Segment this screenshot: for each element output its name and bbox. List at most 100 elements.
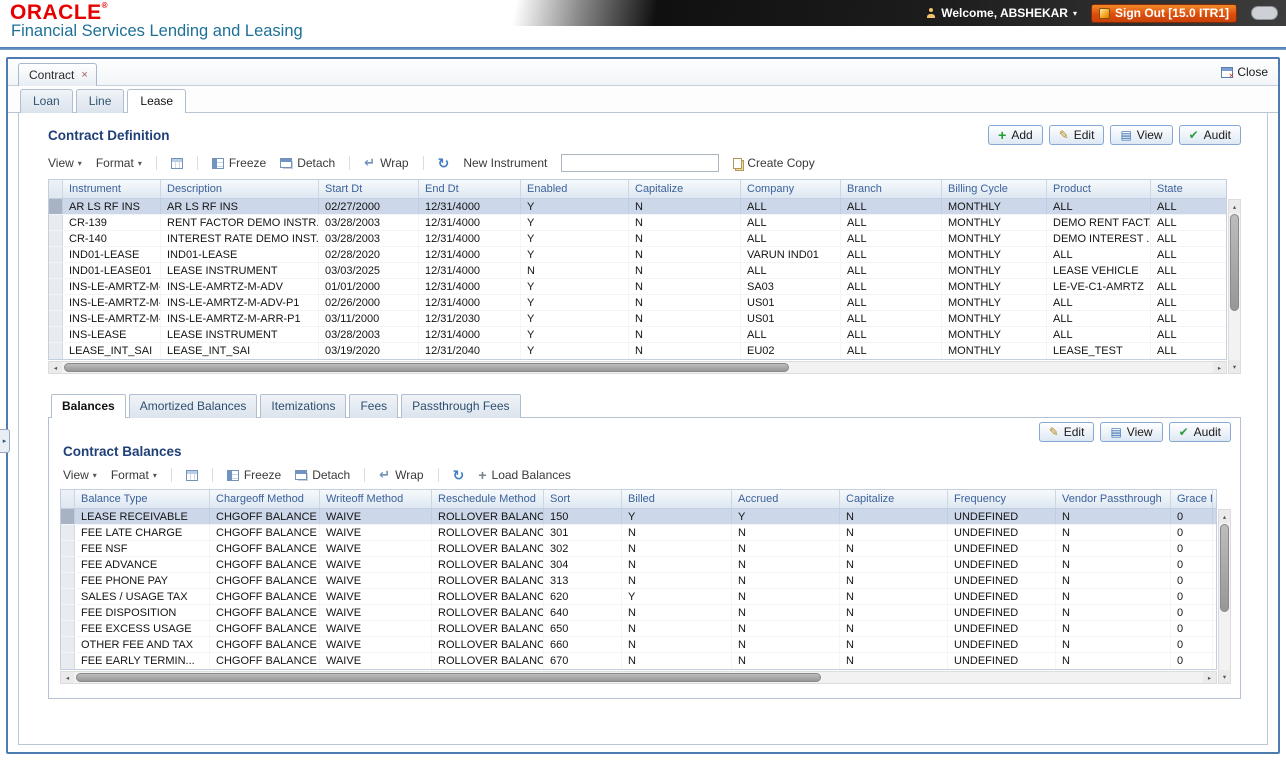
scroll-left-icon[interactable]: ◂ [61, 672, 74, 683]
tab-amortized-balances[interactable]: Amortized Balances [128, 394, 258, 418]
scroll-up-icon[interactable]: ▴ [1219, 510, 1230, 523]
column-header-enabled[interactable]: Enabled [521, 180, 629, 198]
add-button[interactable]: + Add [988, 125, 1043, 145]
column-header-start-dt[interactable]: Start Dt [319, 180, 419, 198]
table-row[interactable]: FEE EARLY TERMIN... CHGOFF BALANCE WAIVE RO… [61, 653, 1216, 669]
create-copy-button[interactable]: Create Copy [733, 156, 815, 170]
row-gutter[interactable] [49, 231, 63, 246]
column-header-billed[interactable]: Billed [622, 490, 732, 508]
format-menu[interactable]: Format ▾ [96, 156, 142, 170]
freeze-button[interactable]: Freeze [211, 156, 266, 170]
audit-button[interactable]: ✔ Audit [1178, 125, 1241, 145]
column-header-frequency[interactable]: Frequency [948, 490, 1056, 508]
view-menu[interactable]: View ▾ [63, 468, 97, 482]
column-header-accrued[interactable]: Accrued [732, 490, 840, 508]
view-menu[interactable]: View ▾ [48, 156, 82, 170]
scroll-down-icon[interactable]: ▾ [1229, 360, 1240, 373]
table-row[interactable]: FEE ADVANCE CHGOFF BALANCE WAIVE ROLLOVER B… [61, 557, 1216, 573]
horizontal-scrollbar[interactable]: ◂ ▸ [60, 671, 1217, 684]
edit-button[interactable]: ✎ Edit [1048, 125, 1105, 145]
row-gutter[interactable] [61, 541, 75, 556]
edit-button[interactable]: ✎ Edit [1038, 422, 1095, 442]
scroll-track[interactable] [1229, 213, 1240, 360]
table-row[interactable]: FEE DISPOSITION CHGOFF BALANCE WAIVE ROLLOV… [61, 605, 1216, 621]
row-gutter[interactable] [61, 605, 75, 620]
table-row[interactable]: OTHER FEE AND TAX CHGOFF BALANCE WAIVE ROLL… [61, 637, 1216, 653]
tab-fees[interactable]: Fees [349, 394, 399, 418]
export-icon[interactable] [185, 469, 198, 481]
column-header-billing-cycle[interactable]: Billing Cycle [942, 180, 1047, 198]
column-header-company[interactable]: Company [741, 180, 841, 198]
scroll-thumb[interactable] [1230, 214, 1239, 312]
scroll-left-icon[interactable]: ◂ [49, 362, 62, 373]
row-gutter[interactable] [49, 311, 63, 326]
row-gutter[interactable] [61, 653, 75, 669]
column-header-vendor-passthrough[interactable]: Vendor Passthrough [1056, 490, 1171, 508]
table-row[interactable]: INS-LEASE LEASE INSTRUMENT 03/28/2003 12/31… [49, 327, 1226, 343]
row-gutter[interactable] [61, 573, 75, 588]
column-header-description[interactable]: Description [161, 180, 319, 198]
close-button[interactable]: Close [1221, 65, 1268, 85]
detach-button[interactable]: Detach [280, 156, 335, 170]
export-icon[interactable] [170, 157, 183, 169]
view-button[interactable]: ▤ View [1100, 422, 1163, 442]
table-row[interactable]: LEASE_INT_SAI LEASE_INT_SAI 03/19/2020 12/3… [49, 343, 1226, 359]
column-header-writeoff-method[interactable]: Writeoff Method [320, 490, 432, 508]
tab-close-icon[interactable]: × [81, 69, 87, 81]
tab-line[interactable]: Line [75, 89, 125, 113]
column-header-chargeoff-method[interactable]: Chargeoff Method [210, 490, 320, 508]
row-gutter[interactable] [49, 343, 63, 359]
scroll-right-icon[interactable]: ▸ [1213, 362, 1226, 373]
table-row[interactable]: IND01-LEASE IND01-LEASE 02/28/2020 12/31/40… [49, 247, 1226, 263]
column-header-end-dt[interactable]: End Dt [419, 180, 521, 198]
table-row[interactable]: INS-LE-AMRTZ-M-...INS-LE-AMRTZ-M-ADV01/0… [49, 279, 1226, 295]
wrap-button[interactable]: ↵ Wrap [364, 156, 408, 170]
table-row[interactable]: CR-140 INTEREST RATE DEMO INST... 03/28/20… [49, 231, 1226, 247]
row-gutter[interactable] [49, 247, 63, 262]
tab-passthrough-fees[interactable]: Passthrough Fees [401, 394, 521, 418]
row-gutter[interactable] [61, 525, 75, 540]
sign-out-button[interactable]: Sign Out [15.0 ITR1] [1090, 3, 1237, 23]
user-menu[interactable]: Welcome, ABSHEKAR ▾ [926, 6, 1077, 20]
horizontal-scrollbar[interactable]: ◂ ▸ [48, 361, 1227, 374]
scroll-track[interactable] [74, 672, 1203, 683]
format-menu[interactable]: Format ▾ [111, 468, 157, 482]
table-row[interactable]: IND01-LEASE01 LEASE INSTRUMENT 03/03/2025 1… [49, 263, 1226, 279]
row-gutter[interactable] [61, 589, 75, 604]
column-header-branch[interactable]: Branch [841, 180, 942, 198]
column-header-balance-type[interactable]: Balance Type [75, 490, 210, 508]
row-gutter[interactable] [61, 557, 75, 572]
column-header-state[interactable]: State [1151, 180, 1227, 198]
scroll-track[interactable] [62, 362, 1213, 373]
table-row[interactable]: AR LS RF INS AR LS RF INS 02/27/2000 12/31/… [49, 199, 1226, 215]
table-row[interactable]: FEE NSF CHGOFF BALANCE WAIVE ROLLOVER BALAN… [61, 541, 1216, 557]
column-header-capitalize[interactable]: Capitalize [840, 490, 948, 508]
scroll-right-icon[interactable]: ▸ [1203, 672, 1216, 683]
vertical-scrollbar[interactable]: ▴ ▾ [1218, 509, 1231, 684]
scroll-track[interactable] [1219, 523, 1230, 670]
table-row[interactable]: SALES / USAGE TAX CHGOFF BALANCE WAIVE ROLL… [61, 589, 1216, 605]
tab-balances[interactable]: Balances [51, 394, 126, 418]
table-row[interactable]: CR-139 RENT FACTOR DEMO INSTR... 03/28/200… [49, 215, 1226, 231]
scroll-thumb[interactable] [76, 673, 822, 682]
tab-contract[interactable]: Contract × [18, 63, 97, 86]
row-gutter[interactable] [49, 215, 63, 230]
tab-loan[interactable]: Loan [20, 89, 73, 113]
refresh-icon[interactable]: ↻ [453, 468, 465, 482]
row-gutter[interactable] [61, 637, 75, 652]
scroll-thumb[interactable] [1220, 524, 1229, 613]
table-row[interactable]: LEASE RECEIVABLE CHGOFF BALANCE WAIVE ROLLO… [61, 509, 1216, 525]
table-row[interactable]: INS-LE-AMRTZ-M-...INS-LE-AMRTZ-M-ARR-P10… [49, 311, 1226, 327]
column-header-grace-da-[interactable]: Grace Da... [1171, 490, 1213, 508]
row-gutter[interactable] [49, 295, 63, 310]
row-gutter[interactable] [49, 279, 63, 294]
table-row[interactable]: FEE PHONE PAY CHGOFF BALANCE WAIVE ROLLOVER… [61, 573, 1216, 589]
row-gutter[interactable] [61, 509, 75, 524]
vertical-scrollbar[interactable]: ▴ ▾ [1228, 199, 1241, 374]
freeze-button[interactable]: Freeze [226, 468, 281, 482]
scroll-thumb[interactable] [64, 363, 790, 372]
audit-button[interactable]: ✔ Audit [1168, 422, 1231, 442]
wrap-button[interactable]: ↵ Wrap [379, 468, 423, 482]
row-gutter[interactable] [49, 199, 63, 214]
table-row[interactable]: FEE EXCESS USAGE CHGOFF BALANCE WAIVE ROLLO… [61, 621, 1216, 637]
